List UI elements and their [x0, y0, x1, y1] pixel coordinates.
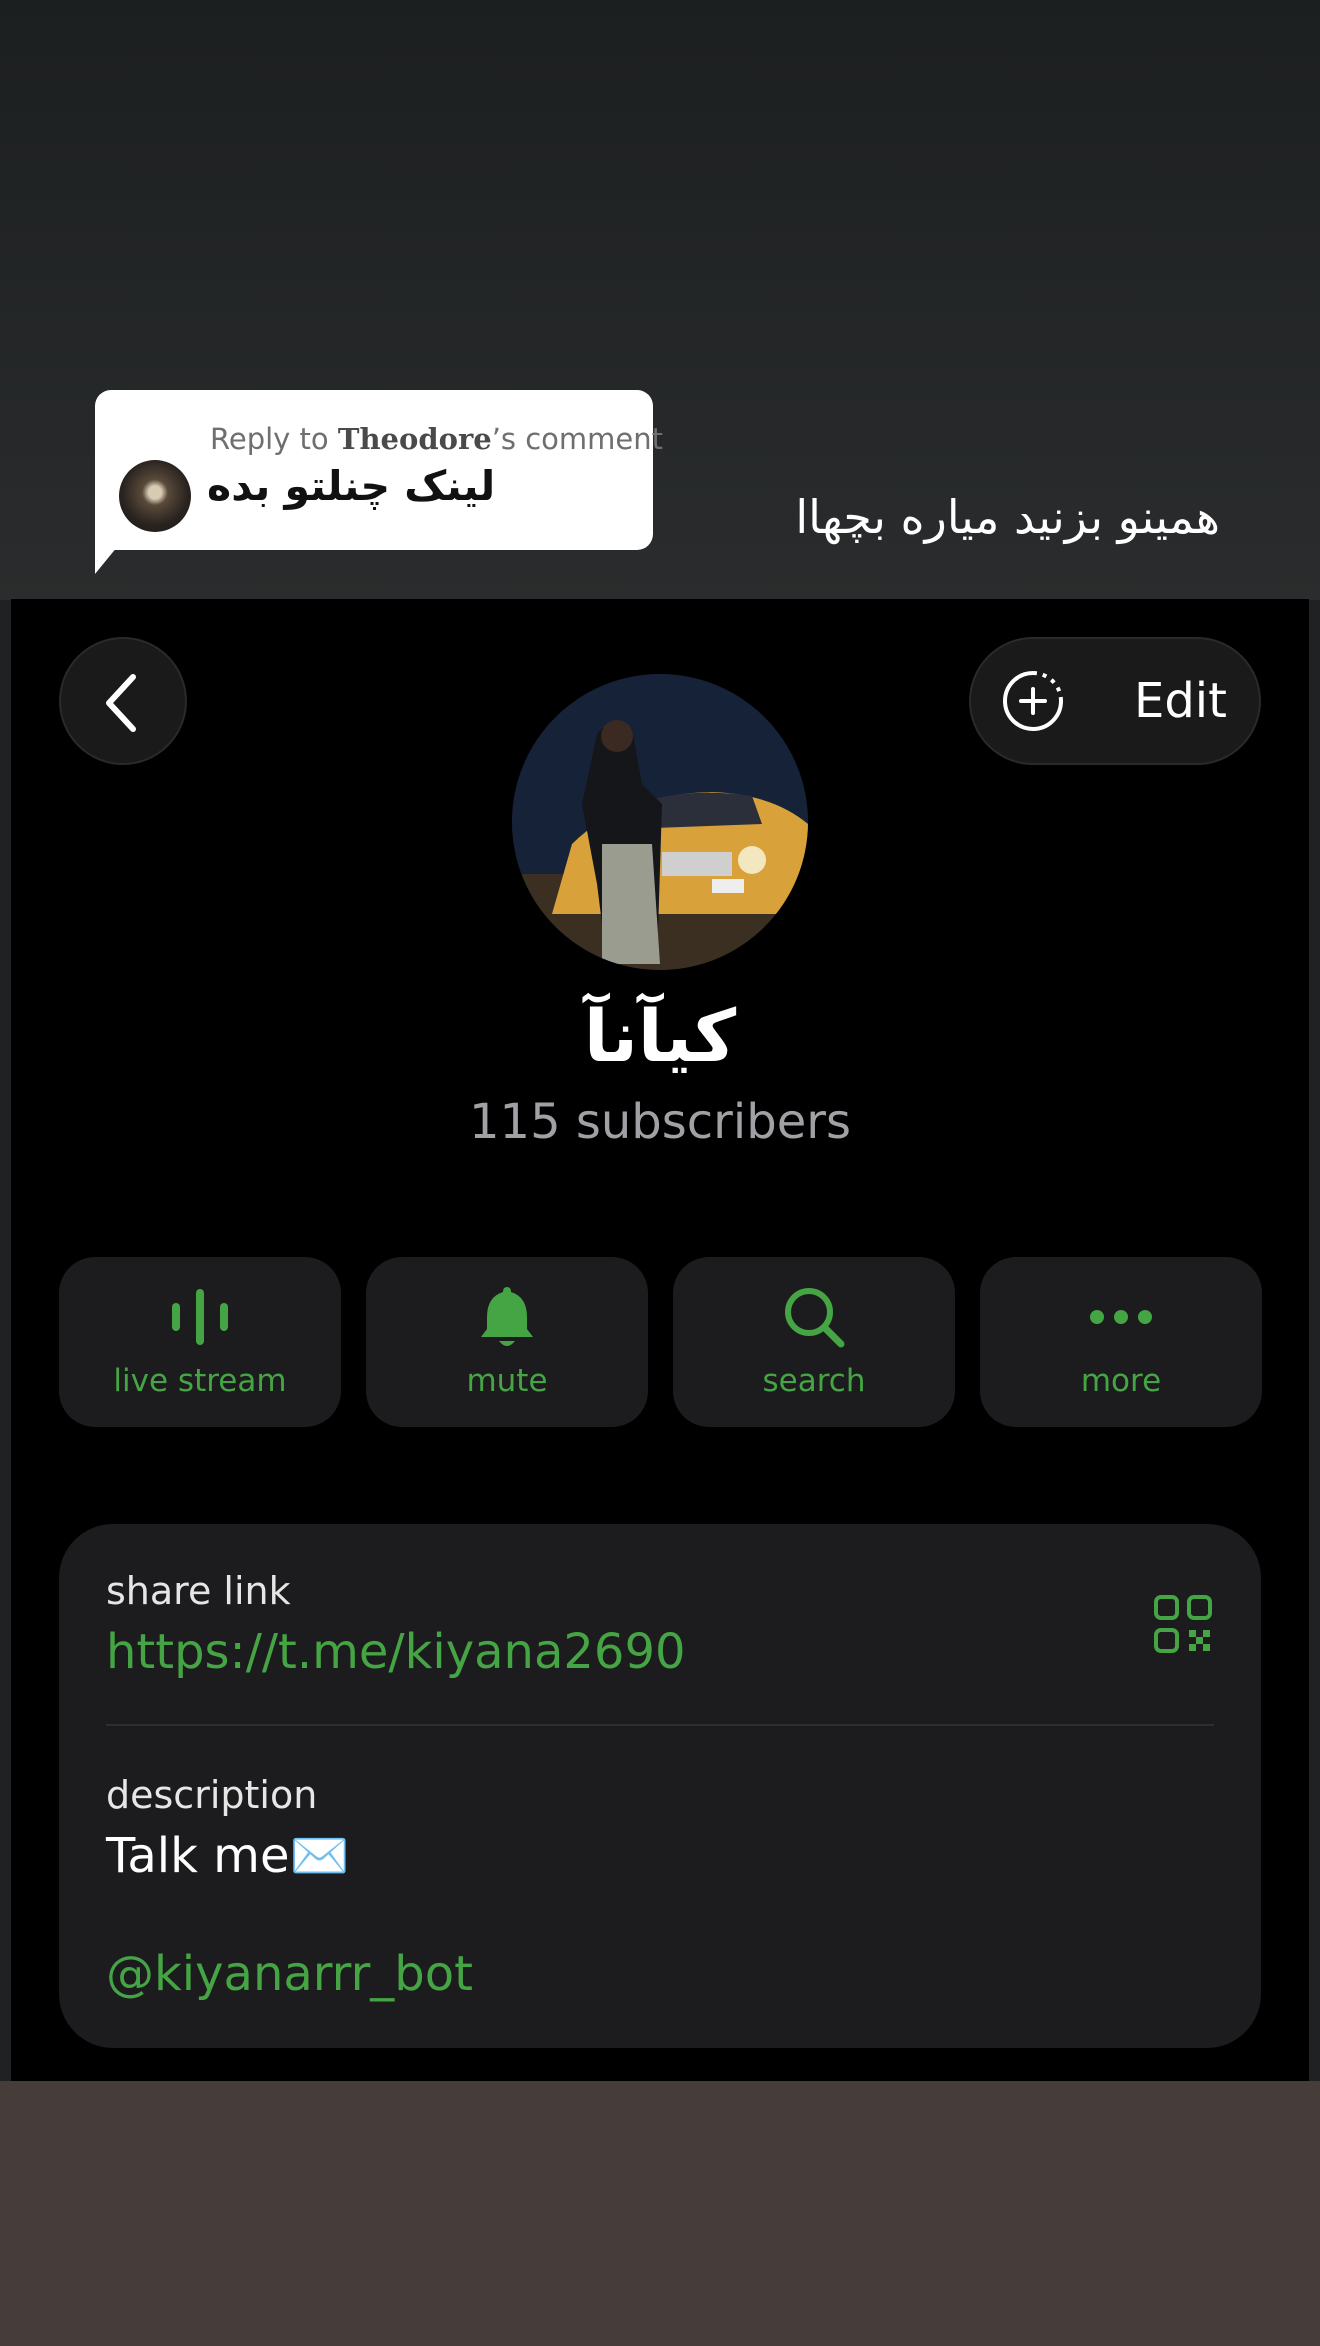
more-dots-icon — [1090, 1310, 1152, 1324]
qr-code-icon[interactable] — [1153, 1594, 1213, 1654]
mute-button[interactable]: mute — [366, 1257, 648, 1427]
reply-sticker-tail — [95, 530, 131, 574]
description-label: description — [106, 1773, 318, 1817]
more-button[interactable]: more — [980, 1257, 1262, 1427]
info-divider — [106, 1724, 1214, 1726]
add-story-icon — [1003, 671, 1063, 731]
share-link-label: share link — [106, 1569, 291, 1613]
channel-info-card: share link https://t.me/kiyana2690 descr… — [59, 1524, 1261, 2048]
chevron-left-icon — [106, 674, 136, 732]
reply-comment-sticker[interactable]: Reply to Theodore’s comment لینک چنلتو ب… — [95, 390, 663, 550]
live-stream-icon — [172, 1289, 228, 1345]
live-stream-label: live stream — [113, 1363, 287, 1399]
channel-profile-panel: Edit کیآنآ 115 subscribers live stream m… — [11, 599, 1309, 2081]
reply-suffix: ’s comment — [491, 422, 664, 456]
edit-label: Edit — [1134, 673, 1227, 729]
more-label: more — [1080, 1363, 1162, 1399]
search-button[interactable]: search — [673, 1257, 955, 1427]
live-stream-button[interactable]: live stream — [59, 1257, 341, 1427]
avatar-photo — [512, 674, 808, 970]
bot-username-link[interactable]: @kiyanarrr_bot — [106, 1946, 473, 2002]
commenter-avatar — [119, 460, 191, 532]
reply-author: Theodore — [337, 422, 492, 456]
channel-avatar[interactable] — [512, 674, 808, 970]
search-label: search — [762, 1363, 866, 1399]
story-caption: همینو بزنید میاره بچهاا — [795, 490, 1220, 544]
description-text: Talk me✉️ — [106, 1828, 350, 1884]
edit-button[interactable]: Edit — [969, 637, 1261, 765]
back-button[interactable] — [59, 637, 187, 765]
reply-header: Reply to Theodore’s comment — [210, 422, 663, 456]
reply-prefix: Reply to — [210, 422, 329, 456]
search-icon — [785, 1288, 845, 1348]
story-background-bottom — [0, 2081, 1320, 2346]
bell-icon — [481, 1287, 533, 1346]
channel-name: کیآنآ — [583, 994, 737, 1078]
share-link-url[interactable]: https://t.me/kiyana2690 — [106, 1624, 686, 1680]
reply-comment-text: لینک چنلتو بده — [207, 462, 496, 510]
subscriber-count: 115 subscribers — [469, 1094, 851, 1150]
mute-label: mute — [466, 1363, 548, 1399]
